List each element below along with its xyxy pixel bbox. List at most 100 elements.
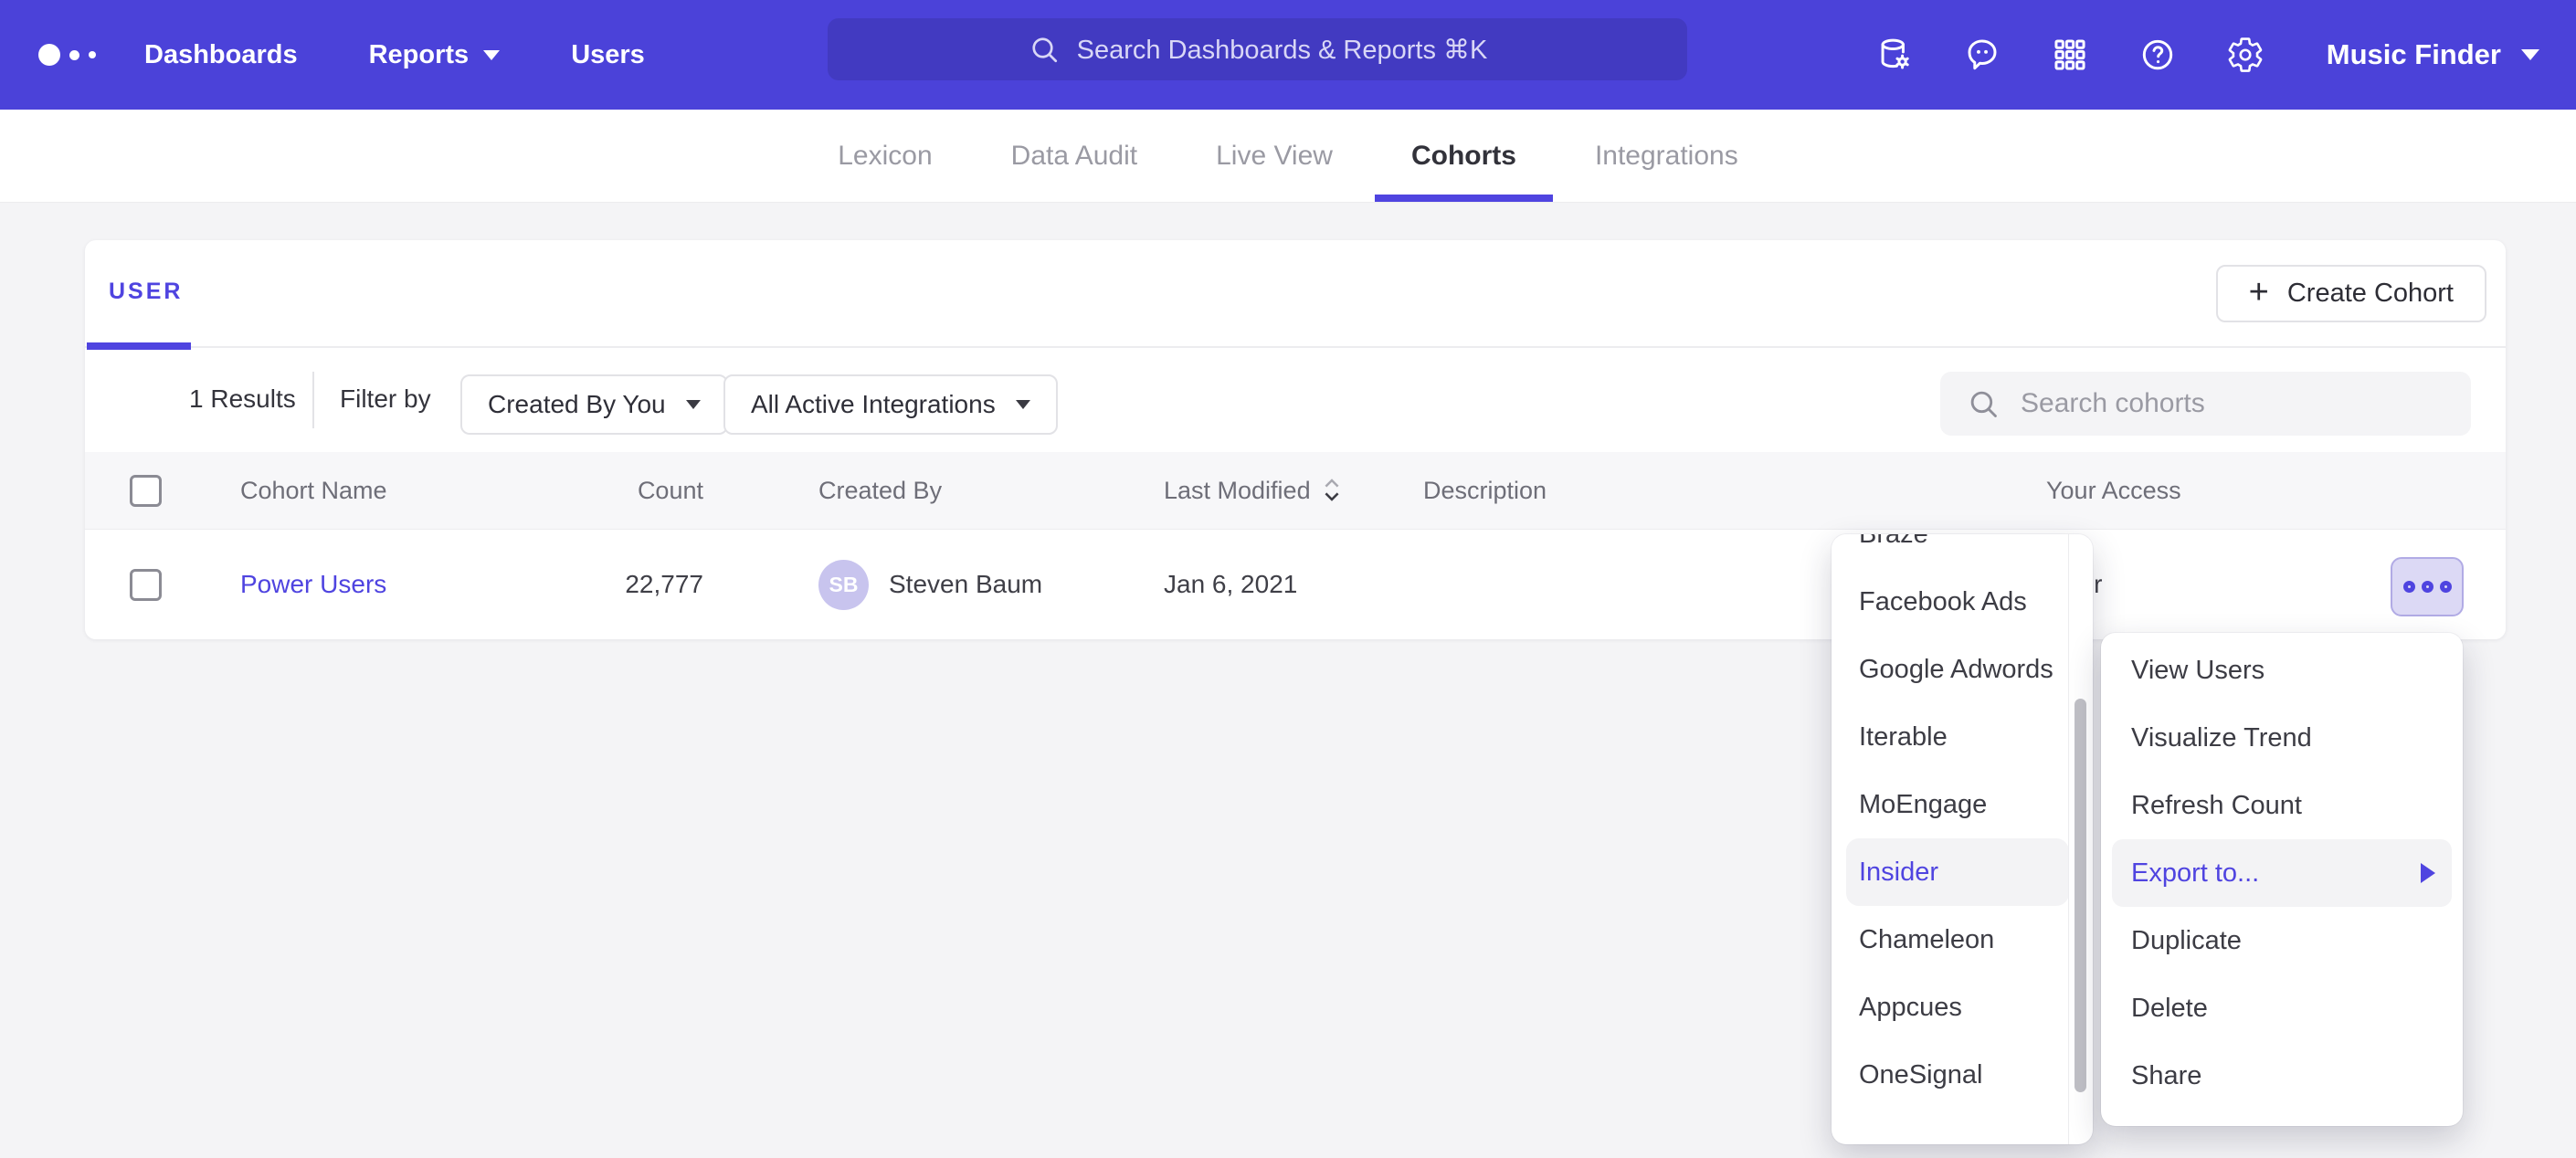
tab-label: Data Audit: [1011, 141, 1137, 172]
create-cohort-button[interactable]: + Create Cohort: [2216, 265, 2486, 322]
integrations-filter-dropdown[interactable]: All Active Integrations: [723, 374, 1058, 435]
nav-item-dashboards[interactable]: Dashboards: [144, 40, 298, 70]
filter-toolbar: 1 Results Filter by Created By You All A…: [85, 348, 2506, 452]
active-tab-underline: [1375, 195, 1553, 202]
header-label: Last Modified: [1164, 477, 1311, 505]
cohort-type-tabs: USER + Create Cohort: [85, 240, 2506, 348]
row-context-menu: View Users Visualize Trend Refresh Count…: [2101, 633, 2463, 1126]
cohort-search-box: [1940, 372, 2471, 436]
cohort-count: 22,777: [523, 530, 703, 639]
top-nav: Dashboards Reports Users Search Dashboar…: [0, 0, 2576, 110]
data-settings-icon[interactable]: [1875, 36, 1914, 74]
plus-icon: +: [2249, 275, 2269, 310]
menu-item-refresh-count[interactable]: Refresh Count: [2101, 772, 2463, 839]
header-your-access: Your Access: [2046, 452, 2338, 529]
tab-label: Integrations: [1595, 141, 1738, 172]
settings-gear-icon[interactable]: [2226, 36, 2265, 74]
tab-cohorts[interactable]: Cohorts: [1375, 110, 1553, 202]
tab-label: USER: [109, 279, 183, 305]
header-description: Description: [1423, 452, 1990, 529]
nav-item-reports[interactable]: Reports: [369, 40, 501, 70]
menu-item-facebook-ads[interactable]: Facebook Ads: [1832, 568, 2056, 636]
chevron-down-icon: [1016, 400, 1030, 409]
cohort-search-input[interactable]: [2021, 388, 2445, 419]
menu-item-onesignal[interactable]: OneSignal: [1832, 1041, 2056, 1109]
primary-nav: Dashboards Reports Users: [144, 40, 645, 70]
tab-integrations[interactable]: Integrations: [1558, 110, 1775, 202]
header-last-modified: Last Modified: [1164, 452, 1438, 529]
more-dot-icon: [2422, 581, 2433, 593]
menu-item-chameleon[interactable]: Chameleon: [1832, 906, 2056, 974]
created-by-filter-dropdown[interactable]: Created By You: [460, 374, 728, 435]
menu-item-view-users[interactable]: View Users: [2101, 637, 2463, 704]
menu-item-export-to[interactable]: Export to...: [2112, 839, 2452, 907]
tab-lexicon[interactable]: Lexicon: [801, 110, 968, 202]
tab-live-view[interactable]: Live View: [1179, 110, 1369, 202]
tab-user-cohorts[interactable]: USER: [85, 240, 191, 348]
header-count: Count: [523, 452, 703, 529]
global-search-placeholder: Search Dashboards & Reports ⌘K: [1077, 34, 1488, 66]
cohort-name-link[interactable]: Power Users: [240, 570, 386, 599]
feedback-icon[interactable]: [1963, 36, 2001, 74]
nav-item-users[interactable]: Users: [571, 40, 645, 70]
secondary-nav: Lexicon Data Audit Live View Cohorts Int…: [0, 110, 2576, 203]
menu-item-visualize-trend[interactable]: Visualize Trend: [2101, 704, 2463, 772]
menu-item-braze[interactable]: Braze: [1832, 534, 2056, 568]
tab-label: Cohorts: [1411, 141, 1516, 172]
menu-item-label: Export to...: [2131, 858, 2259, 889]
menu-item-duplicate[interactable]: Duplicate: [2101, 907, 2463, 974]
help-icon[interactable]: [2138, 36, 2177, 74]
sort-icon: [1322, 477, 1342, 504]
export-destination-list: Braze Facebook Ads Google Adwords Iterab…: [1832, 534, 2093, 1109]
menu-item-google-adwords[interactable]: Google Adwords: [1832, 636, 2056, 703]
create-cohort-label: Create Cohort: [2287, 279, 2454, 309]
divider: [312, 372, 314, 428]
row-actions-button[interactable]: [2391, 557, 2464, 616]
menu-item-delete[interactable]: Delete: [2101, 974, 2463, 1042]
menu-item-iterable[interactable]: Iterable: [1832, 703, 2056, 771]
more-dot-icon: [2440, 581, 2452, 593]
logo-dot-medium: [69, 50, 79, 60]
menu-item-share[interactable]: Share: [2101, 1042, 2463, 1110]
dropdown-value: All Active Integrations: [751, 390, 996, 419]
nav-item-label: Reports: [369, 40, 470, 70]
nav-item-label: Dashboards: [144, 40, 298, 70]
export-destination-menu: Braze Facebook Ads Google Adwords Iterab…: [1832, 534, 2093, 1144]
chevron-down-icon: [686, 400, 701, 409]
created-by-cell: SB Steven Baum: [818, 530, 1166, 639]
tab-label: Lexicon: [838, 141, 932, 172]
menu-item-appcues[interactable]: Appcues: [1832, 974, 2056, 1041]
menu-item-moengage[interactable]: MoEngage: [1832, 771, 2056, 838]
results-count: 1 Results: [189, 384, 296, 414]
more-dot-icon: [2403, 581, 2415, 593]
submenu-arrow-icon: [2421, 863, 2435, 883]
tab-label: Live View: [1216, 141, 1333, 172]
chevron-down-icon: [483, 50, 500, 60]
menu-item-insider[interactable]: Insider: [1846, 838, 2069, 906]
created-by-name: Steven Baum: [889, 570, 1042, 599]
mixpanel-logo[interactable]: [38, 44, 110, 66]
project-switcher[interactable]: Music Finder: [2327, 38, 2539, 71]
scrollbar-thumb[interactable]: [2075, 699, 2086, 1092]
avatar: SB: [818, 560, 869, 610]
select-all-checkbox[interactable]: [130, 475, 162, 507]
global-search-button[interactable]: Search Dashboards & Reports ⌘K: [828, 18, 1687, 80]
filter-by-label: Filter by: [340, 384, 431, 414]
tab-data-audit[interactable]: Data Audit: [975, 110, 1174, 202]
apps-grid-icon[interactable]: [2051, 36, 2089, 74]
table-row: Power Users 22,777 SB Steven Baum Jan 6,…: [85, 530, 2506, 639]
header-cohort-name: Cohort Name: [240, 452, 551, 529]
last-modified-cell: Jan 6, 2021: [1164, 530, 1438, 639]
cohorts-panel: USER + Create Cohort 1 Results Filter by…: [85, 240, 2506, 639]
sort-last-modified-button[interactable]: Last Modified: [1164, 477, 1342, 505]
row-checkbox[interactable]: [130, 569, 162, 601]
scrollbar-track: [2068, 534, 2069, 1144]
table-header: Cohort Name Count Created By Last Modifi…: [85, 452, 2506, 530]
dropdown-value: Created By You: [488, 390, 666, 419]
chevron-down-icon: [2521, 49, 2539, 60]
search-icon: [1028, 33, 1061, 66]
project-name: Music Finder: [2327, 38, 2501, 71]
logo-dot-small: [89, 51, 96, 58]
header-created-by: Created By: [818, 452, 1166, 529]
logo-dot-large: [38, 44, 60, 66]
